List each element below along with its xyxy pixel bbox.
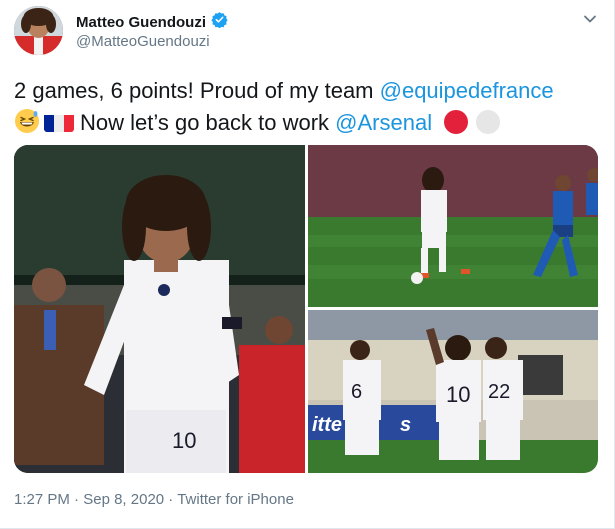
left-player-shirt-number: 6 (351, 381, 362, 403)
red-circle-icon (444, 110, 469, 134)
author-handle[interactable]: @MatteoGuendouzi (76, 33, 210, 50)
tweet-card: Matteo Guendouzi @MatteoGuendouzi 2 game… (0, 0, 615, 529)
verified-badge-icon (211, 11, 228, 33)
mention-link-equipedefrance[interactable]: @equipedefrance (380, 78, 554, 103)
author-name[interactable]: Matteo Guendouzi (76, 14, 206, 31)
tweet-source[interactable]: Twitter for iPhone (177, 491, 294, 508)
france-flag-icon (44, 112, 74, 132)
avatar[interactable] (14, 6, 63, 55)
ad-board-text-2: s (400, 414, 411, 436)
photo-player-portrait[interactable]: 10 (14, 145, 305, 473)
tweet-meta: 1:27 PM · Sep 8, 2020 · Twitter for iPho… (14, 491, 294, 508)
tweet-time[interactable]: 1:27 PM (14, 491, 70, 508)
tweet-date[interactable]: Sep 8, 2020 (83, 491, 164, 508)
tweet-line-1: 2 games, 6 points! Proud of my team @equ… (14, 75, 604, 107)
right-player-shirt-number: 22 (488, 381, 510, 403)
tweet-line-2: Now let’s go back to work @Arsenal (14, 107, 604, 139)
main-shirt-number: 10 (172, 428, 196, 453)
meta-separator: · (69, 491, 84, 508)
white-circle-icon (476, 110, 501, 134)
mention-link-arsenal[interactable]: @Arsenal (335, 110, 432, 135)
chevron-down-icon[interactable] (581, 10, 599, 28)
media-grid: 10 itte s 6 10 22 (14, 145, 598, 473)
meta-separator: · (164, 491, 178, 508)
author-name-row: Matteo Guendouzi (76, 11, 228, 33)
tweet-text-part: Now let’s go back to work (80, 110, 336, 135)
photo-match-action[interactable] (308, 145, 598, 307)
ad-board-text: itte (312, 414, 342, 436)
tweet-text-part: 2 games, 6 points! Proud of my team (14, 78, 380, 103)
center-player-shirt-number: 10 (446, 382, 470, 407)
tweet-text: 2 games, 6 points! Proud of my team @equ… (14, 75, 604, 139)
grinning-sweat-emoji-icon (14, 108, 40, 134)
photo-celebration[interactable]: itte s 6 10 22 (308, 310, 598, 473)
